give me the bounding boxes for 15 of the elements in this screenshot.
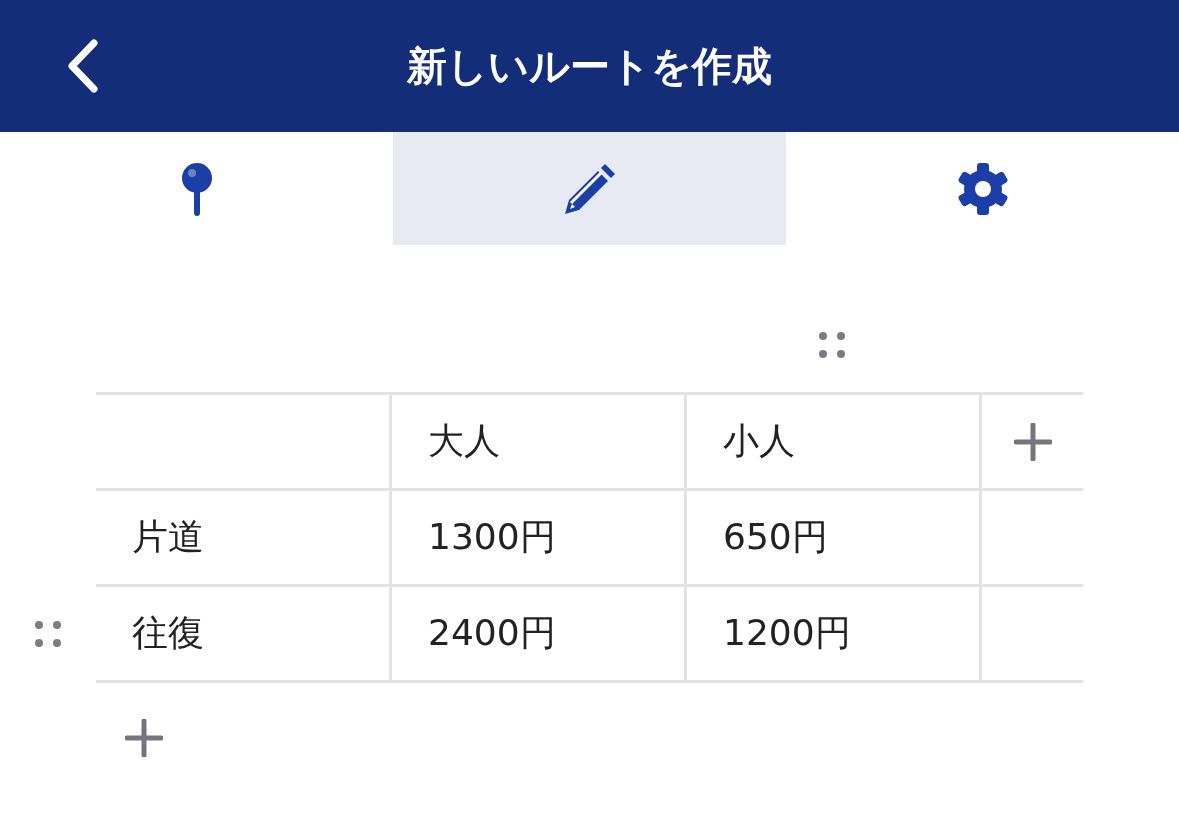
table-cell-text: 650円 <box>723 515 828 559</box>
table-cell-text: 1300円 <box>428 515 556 559</box>
drag-handle-icon[interactable] <box>35 620 61 647</box>
drag-handle-icon[interactable] <box>818 331 845 358</box>
row-header: 往復 <box>132 611 204 655</box>
add-column-icon[interactable] <box>1013 422 1052 461</box>
add-row-icon[interactable] <box>125 719 163 757</box>
back-icon <box>65 39 99 93</box>
row-header: 片道 <box>132 515 204 559</box>
column-header: 大人 <box>428 419 500 463</box>
window-title: 新しいルートを作成 <box>406 41 773 91</box>
table-cell-text: 2400円 <box>428 611 556 655</box>
table-cell-text: 1200円 <box>723 611 851 655</box>
column-header: 小人 <box>723 419 795 463</box>
pin-icon <box>179 160 214 217</box>
